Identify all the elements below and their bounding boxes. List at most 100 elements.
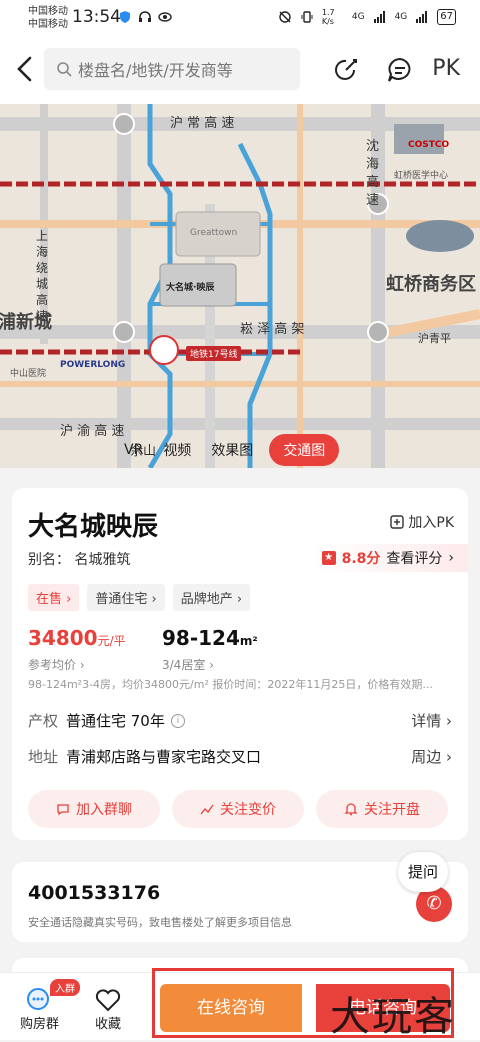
address-link: 周边 › (411, 748, 452, 766)
property-title: 大名城映辰 (28, 512, 159, 542)
metro-17-badge: 地铁17号线 (186, 346, 242, 361)
address-row[interactable]: 地址 青浦郏店路与曹家宅路交叉口 周边 › (28, 746, 452, 767)
battery-indicator: 67 (437, 9, 456, 25)
top-nav: 楼盘名/地铁/开发商等 PK (0, 34, 480, 104)
property-info-card: 大名城映辰 加入PK 别名： 名城雅筑 ★ 8.8分 查看评分 › 在售 › 普… (12, 488, 468, 840)
road-label-hu-yu: 沪 渝 高 速 (60, 424, 125, 439)
area-label: 3/4居室 › (162, 658, 214, 672)
info-icon[interactable]: i (170, 713, 185, 728)
chat-icon (57, 804, 69, 816)
message-icon[interactable] (386, 56, 414, 84)
signal-1: 4G (351, 12, 365, 22)
address-value: 青浦郏店路与曹家宅路交叉口 (66, 748, 262, 766)
headphones-icon (139, 11, 151, 22)
price-block[interactable]: 34800元/平 参考均价 › (28, 626, 126, 673)
action-row: 加入群聊 关注变价 关注开盘 (28, 790, 448, 828)
ask-question-button[interactable]: 提问 (398, 852, 448, 892)
poi-da-ming-cheng: 大名城·映辰 (166, 283, 215, 293)
tab-traffic-map[interactable]: 交通图 (269, 434, 340, 466)
property-right-value: 普通住宅 70年 (66, 712, 165, 730)
carrier-1: 中国移动 (28, 6, 68, 17)
rating-row[interactable]: ★ 8.8分 查看评分 › (313, 544, 468, 572)
poi-greattown: Greattown (190, 228, 238, 238)
alias-label: 别名： (28, 552, 70, 568)
road-label-hu-qing-ping: 沪青平 (418, 332, 451, 345)
heart-icon (94, 987, 122, 1013)
phone-note: 安全通话隐藏真实号码，致电售楼处了解更多项目信息 (28, 916, 292, 929)
add-box-icon (390, 515, 405, 529)
carrier-info: 中国移动 中国移动 (28, 5, 68, 31)
price-value: 34800元/平 (28, 626, 126, 650)
poi-zhongshan-hospital: 中山医院 (10, 369, 47, 379)
area-label-hongqiao: 虹桥商务区 (386, 274, 476, 295)
watermark: 大玩客 (330, 994, 456, 1040)
price-number: 34800 (28, 626, 98, 650)
area-label-puxincheng: 浦新城 (0, 312, 52, 333)
area-value: 98-124m² (162, 626, 258, 650)
road-label-shen-hai: 沈 海 高 速 (366, 139, 380, 208)
eye-icon (158, 12, 172, 22)
property-right-key: 产权 (28, 712, 59, 730)
area-unit: m² (239, 634, 258, 648)
price-unit: 元/平 (97, 634, 126, 648)
carrier-2: 中国移动 (28, 19, 68, 30)
alias-row: 别名： 名城雅筑 (28, 549, 130, 569)
rating-score: 8.8分 (341, 551, 381, 567)
poi-powerlong: POWERLONG (60, 360, 126, 370)
area-block[interactable]: 98-124m² 3/4居室 › (162, 626, 258, 673)
tag-on-sale[interactable]: 在售 › (28, 584, 80, 611)
search-placeholder: 楼盘名/地铁/开发商等 (78, 61, 233, 80)
buyer-group-label: 购房群 (20, 1017, 60, 1032)
status-icons-right: 1.7 K/s 4G 4G 67 (278, 8, 456, 26)
vibrate-icon (301, 11, 313, 23)
trend-icon (200, 804, 214, 815)
group-badge: 入群 (50, 979, 80, 996)
clock: 13:54 (72, 7, 121, 27)
tag-list: 在售 › 普通住宅 › 品牌地产 › (28, 584, 251, 611)
tab-video[interactable]: 视频 (159, 434, 195, 466)
add-pk-label: 加入PK (408, 515, 454, 531)
address-key: 地址 (28, 748, 59, 766)
bell-icon (344, 803, 358, 816)
property-right-link: 详情 › (411, 712, 452, 730)
pk-button[interactable]: PK (432, 56, 460, 81)
property-right-row[interactable]: 产权 普通住宅 70年 i 详情 › (28, 710, 452, 731)
tag-residential[interactable]: 普通住宅 › (87, 584, 165, 611)
follow-price-button[interactable]: 关注变价 (172, 790, 304, 828)
star-icon: ★ (321, 551, 336, 565)
join-group-button[interactable]: 加入群聊 (28, 790, 160, 828)
signal-bars-icon (373, 11, 385, 23)
phone-number[interactable]: 4001533176 (28, 882, 160, 904)
chevron-right-icon: › (448, 550, 454, 566)
tab-vr[interactable]: VR (120, 436, 147, 464)
status-icons-left (118, 10, 172, 24)
back-arrow-icon[interactable] (12, 54, 38, 84)
search-input[interactable]: 楼盘名/地铁/开发商等 (44, 48, 300, 90)
favorite-button[interactable]: 收藏 (94, 987, 122, 1032)
price-summary[interactable]: 98-124m²3-4房，均价34800元/m² 报价时间：2022年11月25… (28, 676, 458, 692)
signal-2: 4G (394, 12, 408, 22)
online-consult-button[interactable]: 在线咨询 (160, 984, 302, 1032)
status-bar: 中国移动 中国移动 13:54 1.7 K/s 4G 4G 67 (0, 0, 480, 34)
favorite-label: 收藏 (94, 1017, 121, 1032)
price-label: 参考均价 › (28, 658, 85, 672)
signal-bars-icon-2 (416, 11, 428, 23)
road-label-song-ze: 崧 泽 高 架 (240, 322, 305, 337)
road-label-hu-chang: 沪 常 高 速 (170, 116, 235, 131)
follow-opening-button[interactable]: 关注开盘 (316, 790, 448, 828)
share-icon[interactable] (332, 56, 360, 84)
network-speed: 1.7 K/s (321, 8, 335, 26)
alias-value: 名城雅筑 (74, 552, 131, 568)
join-group-label: 加入群聊 (76, 802, 132, 818)
traffic-map[interactable]: 沪 常 高 速 崧 泽 高 架 沪 渝 高 速 沪青平 沈 海 高 速 上 海 … (0, 104, 480, 468)
area-number: 98-124 (162, 626, 240, 650)
add-pk-button[interactable]: 加入PK (390, 512, 454, 532)
search-icon (57, 62, 72, 77)
rating-link: 查看评分 (386, 551, 443, 567)
shield-icon (120, 11, 130, 23)
follow-price-label: 关注变价 (220, 802, 276, 818)
mute-alarm-icon (279, 11, 291, 23)
tab-renderings[interactable]: 效果图 (207, 434, 257, 466)
poi-hongqiao-hospital: 虹桥医学中心 (394, 171, 449, 181)
tag-brand[interactable]: 品牌地产 › (172, 584, 251, 611)
